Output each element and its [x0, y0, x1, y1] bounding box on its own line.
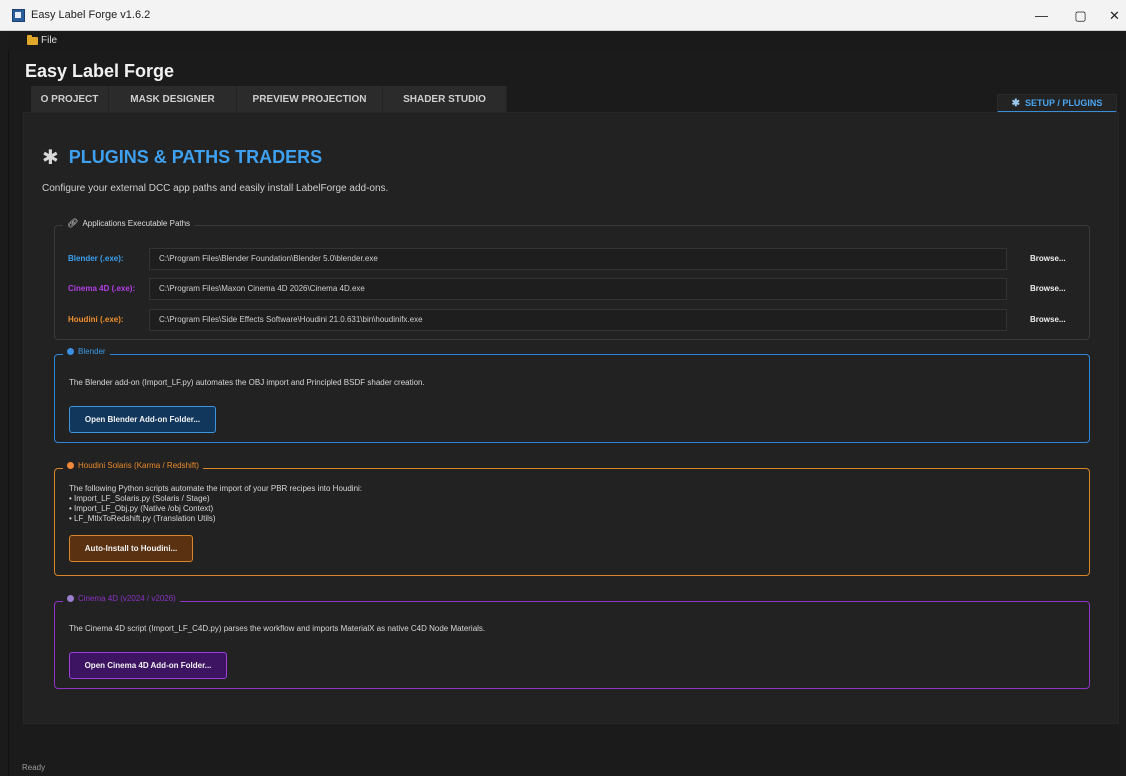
houdini-description: The following Python scripts automate th…: [69, 484, 362, 524]
houdini-browse-button[interactable]: Browse...: [1030, 315, 1066, 324]
blender-path-field[interactable]: C:\Program Files\Blender Foundation\Blen…: [149, 248, 1007, 270]
gear-icon: ✱: [1011, 97, 1021, 109]
cinema4d-group-label: Cinema 4D (v2024 / v2026): [63, 594, 180, 603]
path-row-blender: Blender (.exe): C:\Program Files\Blender…: [55, 248, 1091, 270]
tab-setup-label: SETUP / PLUGINS: [1025, 98, 1103, 108]
link-icon: 🔗︎: [67, 218, 79, 228]
tab-preview-projection[interactable]: PREVIEW PROJECTION: [237, 86, 383, 112]
houdini-path-field[interactable]: C:\Program Files\Side Effects Software\H…: [149, 309, 1007, 331]
houdini-dot-icon: [67, 462, 74, 469]
path-row-houdini: Houdini (.exe): C:\Program Files\Side Ef…: [55, 309, 1091, 331]
title-bar: Easy Label Forge v1.6.2 — ▢ ✕: [0, 0, 1126, 31]
houdini-desc-line: • Import_LF_Solaris.py (Solaris / Stage): [69, 494, 210, 503]
blender-group: Blender The Blender add-on (Import_LF.py…: [54, 347, 1090, 443]
maximize-button[interactable]: ▢: [1063, 0, 1098, 31]
houdini-group-label: Houdini Solaris (Karma / Redshift): [63, 461, 203, 470]
tab-shader-studio[interactable]: SHADER STUDIO: [383, 86, 507, 112]
houdini-group-title: Houdini Solaris (Karma / Redshift): [78, 461, 199, 470]
cinema4d-group-title: Cinema 4D (v2024 / v2026): [78, 594, 176, 603]
status-text: Ready: [22, 763, 46, 772]
cinema4d-browse-button[interactable]: Browse...: [1030, 284, 1066, 293]
blender-group-label: Blender: [63, 347, 110, 356]
houdini-desc-line: • Import_LF_Obj.py (Native /obj Context): [69, 504, 214, 513]
tab-project[interactable]: O PROJECT: [31, 86, 109, 112]
page-subtitle: Configure your external DCC app paths an…: [42, 183, 389, 194]
blender-group-title: Blender: [78, 347, 106, 356]
app-title: Easy Label Forge: [25, 61, 175, 81]
open-cinema4d-addon-folder-button[interactable]: Open Cinema 4D Add-on Folder...: [69, 652, 227, 679]
blender-dot-icon: [67, 348, 74, 355]
page-heading: ✱ PLUGINS & PATHS TRADERS: [42, 147, 322, 168]
app-area: Easy Label Forge O PROJECT MASK DESIGNER…: [8, 51, 1126, 776]
tab-mask-designer[interactable]: MASK DESIGNER: [109, 86, 237, 112]
houdini-group: Houdini Solaris (Karma / Redshift) The f…: [54, 461, 1090, 576]
cinema4d-path-field[interactable]: C:\Program Files\Maxon Cinema 4D 2026\Ci…: [149, 278, 1007, 300]
houdini-desc-line: • LF_MtlxToRedshift.py (Translation Util…: [69, 514, 216, 523]
app-icon: [12, 9, 25, 22]
tab-bar: O PROJECT MASK DESIGNER PREVIEW PROJECTI…: [31, 86, 507, 112]
houdini-desc-line: The following Python scripts automate th…: [69, 484, 363, 493]
tab-setup-plugins[interactable]: ✱ SETUP / PLUGINS: [997, 94, 1117, 113]
folder-icon: [27, 35, 38, 45]
cinema4d-path-label: Cinema 4D (.exe):: [68, 284, 136, 293]
paths-group: 🔗︎ Applications Executable Paths Blender…: [54, 218, 1091, 340]
cinema4d-group: Cinema 4D (v2024 / v2026) The Cinema 4D …: [54, 594, 1090, 689]
paths-group-title: Applications Executable Paths: [82, 219, 191, 228]
menu-bar: File: [8, 31, 1126, 51]
open-blender-addon-folder-button[interactable]: Open Blender Add-on Folder...: [69, 406, 216, 433]
path-row-cinema4d: Cinema 4D (.exe): C:\Program Files\Maxon…: [55, 278, 1091, 300]
paths-group-label: 🔗︎ Applications Executable Paths: [63, 218, 195, 229]
cinema4d-dot-icon: [67, 595, 74, 602]
houdini-path-label: Houdini (.exe):: [68, 315, 124, 324]
setup-panel: ✱ PLUGINS & PATHS TRADERS Configure your…: [23, 112, 1119, 724]
window-title: Easy Label Forge v1.6.2: [31, 9, 151, 21]
cinema4d-description: The Cinema 4D script (Import_LF_C4D.py) …: [69, 624, 486, 633]
minimize-button[interactable]: —: [1024, 0, 1059, 31]
blender-browse-button[interactable]: Browse...: [1030, 254, 1066, 263]
blender-description: The Blender add-on (Import_LF.py) automa…: [69, 378, 425, 387]
page-title: PLUGINS & PATHS TRADERS: [68, 147, 323, 167]
gear-icon: ✱: [42, 146, 59, 169]
blender-path-label: Blender (.exe):: [68, 254, 124, 263]
close-button[interactable]: ✕: [1097, 0, 1126, 31]
auto-install-houdini-button[interactable]: Auto-Install to Houdini...: [69, 535, 193, 562]
menu-file[interactable]: File: [41, 35, 57, 46]
